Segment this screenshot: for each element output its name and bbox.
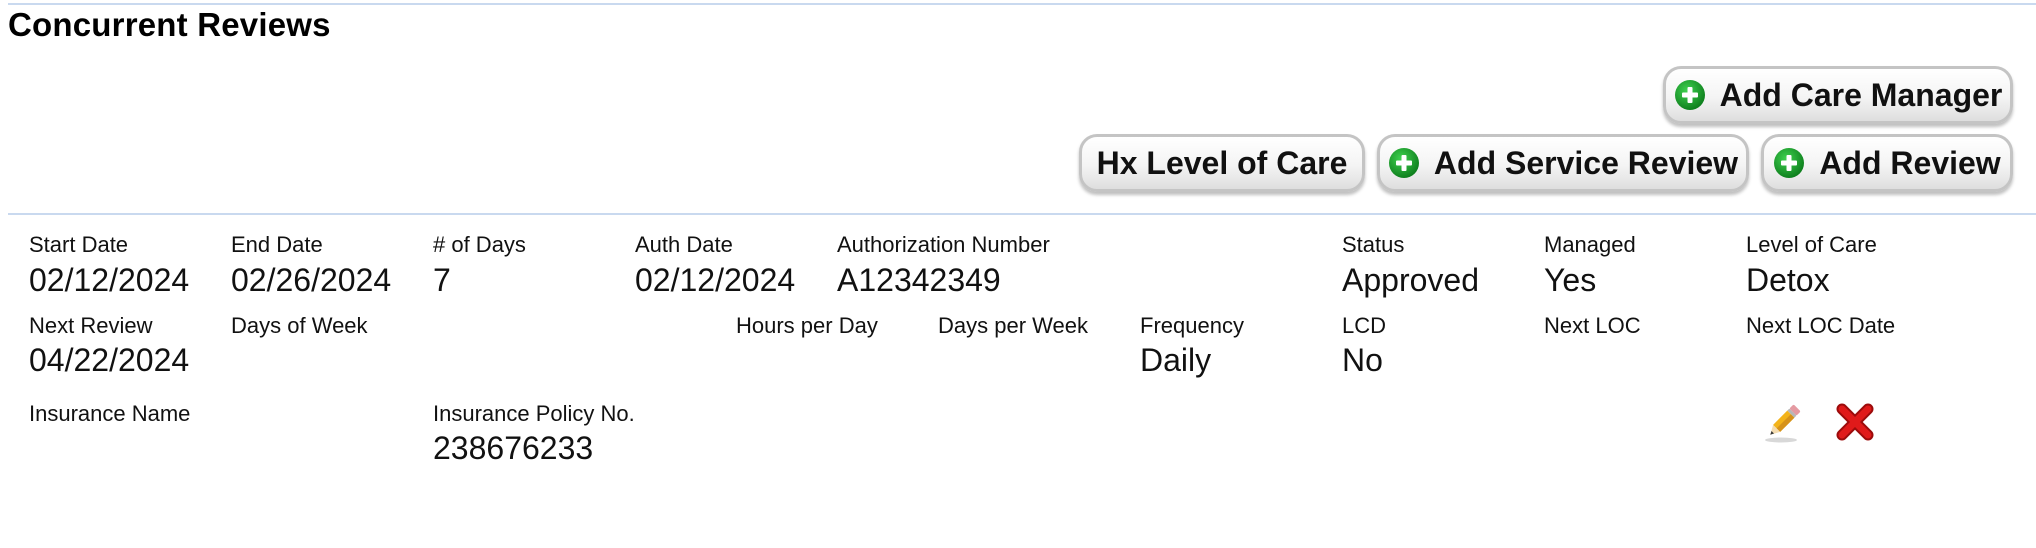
add-service-review-button[interactable]: Add Service Review	[1377, 134, 1749, 192]
authorization-number-value: A12342349	[837, 262, 1001, 298]
plus-circle-icon	[1774, 148, 1805, 178]
review-divider	[8, 213, 2036, 215]
plus-circle-icon	[1388, 148, 1419, 178]
auth-date-label: Auth Date	[635, 232, 733, 257]
red-x-icon	[1836, 403, 1874, 441]
frequency-label: Frequency	[1140, 313, 1244, 338]
add-service-review-label: Add Service Review	[1433, 144, 1739, 181]
next-review-value: 04/22/2024	[29, 342, 190, 378]
edit-review-button[interactable]	[1761, 400, 1805, 444]
delete-review-button[interactable]	[1833, 400, 1877, 444]
managed-value: Yes	[1544, 262, 1597, 298]
pencil-icon	[1765, 404, 1801, 443]
status-value: Approved	[1342, 262, 1479, 298]
end-date-label: End Date	[231, 232, 323, 257]
plus-circle-icon	[1674, 80, 1705, 110]
top-divider	[8, 3, 2036, 5]
section-title: Concurrent Reviews	[8, 6, 331, 43]
status-label: Status	[1342, 232, 1405, 257]
num-days-value: 7	[433, 262, 451, 298]
next-loc-date-label: Next LOC Date	[1746, 313, 1896, 338]
add-care-manager-label: Add Care Manager	[1719, 76, 2003, 113]
insurance-policy-value: 238676233	[433, 430, 594, 466]
auth-date-value: 02/12/2024	[635, 262, 796, 298]
managed-label: Managed	[1544, 232, 1636, 257]
authorization-number-label: Authorization Number	[837, 232, 1050, 257]
lcd-value: No	[1342, 342, 1383, 378]
hx-level-of-care-button[interactable]: Hx Level of Care	[1079, 134, 1365, 192]
insurance-name-label: Insurance Name	[29, 401, 191, 426]
start-date-value: 02/12/2024	[29, 262, 190, 298]
hours-per-day-label: Hours per Day	[736, 313, 878, 338]
days-per-week-label: Days per Week	[938, 313, 1088, 338]
add-review-label: Add Review	[1819, 144, 2001, 181]
lcd-label: LCD	[1342, 313, 1387, 338]
level-of-care-value: Detox	[1746, 262, 1830, 298]
insurance-policy-label: Insurance Policy No.	[433, 401, 635, 426]
end-date-value: 02/26/2024	[231, 262, 392, 298]
add-care-manager-button[interactable]: Add Care Manager	[1663, 66, 2013, 124]
next-loc-label: Next LOC	[1544, 313, 1641, 338]
level-of-care-label: Level of Care	[1746, 232, 1877, 257]
days-of-week-label: Days of Week	[231, 313, 368, 338]
num-days-label: # of Days	[433, 232, 526, 257]
next-review-label: Next Review	[29, 313, 153, 338]
add-review-button[interactable]: Add Review	[1761, 134, 2013, 192]
start-date-label: Start Date	[29, 232, 129, 257]
frequency-value: Daily	[1140, 342, 1212, 378]
hx-level-of-care-label: Hx Level of Care	[1096, 144, 1348, 181]
